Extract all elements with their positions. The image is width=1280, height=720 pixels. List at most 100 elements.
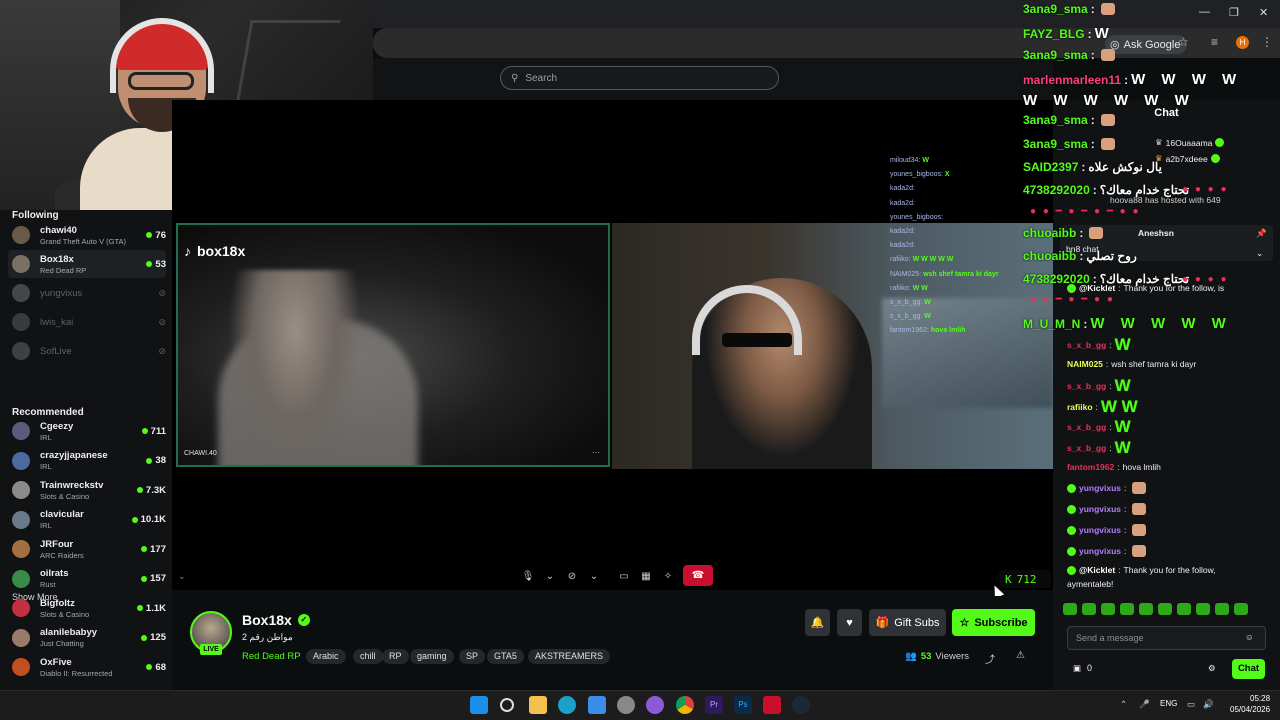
sidebar-channel[interactable]: oilrats Rust 157 <box>8 565 166 593</box>
send-chat-button[interactable]: Chat <box>1232 659 1265 679</box>
search-input[interactable]: ⚲ Search <box>500 66 779 90</box>
subscribe-button[interactable]: ☆ Subscribe <box>952 609 1035 636</box>
channel-name: crazyjjapanese <box>40 450 108 461</box>
chat-message[interactable]: yungvixus: <box>1067 482 1147 494</box>
category-link[interactable]: Red Dead RP <box>242 651 301 662</box>
chat-message[interactable]: yungvixus: <box>1067 545 1147 557</box>
report-icon[interactable]: ⚠ <box>1016 650 1025 661</box>
media-player-icon[interactable] <box>763 696 781 714</box>
chevron-down-icon[interactable]: ⌄ <box>586 568 602 584</box>
chevron-down-icon[interactable]: ⌄ <box>178 571 186 582</box>
reading-list-icon[interactable]: ≡ <box>1211 35 1218 49</box>
chevron-up-icon[interactable]: ⌃ <box>1120 699 1127 710</box>
app-icon[interactable] <box>646 696 664 714</box>
sidebar-channel[interactable]: OxFive Diablo II: Resurrected 68 <box>8 653 166 681</box>
share-icon[interactable]: ⤴ <box>985 651 995 666</box>
store-icon[interactable] <box>588 696 606 714</box>
sidebar-channel[interactable]: alanilebabyy Just Chatting 125 <box>8 624 166 652</box>
ask-google-button[interactable]: ◎ Ask Google <box>1105 35 1188 54</box>
sidebar-channel[interactable]: crazyjjapanese IRL 38 <box>8 447 166 475</box>
gift-subs-button[interactable]: 🎁 Gift Subs <box>869 609 946 636</box>
sidebar-channel[interactable]: Box18x Red Dead RP 53 <box>8 250 166 278</box>
microphone-icon[interactable]: 🎙 <box>520 568 536 584</box>
sidebar-channel[interactable]: SofLive ⊘ <box>8 337 166 365</box>
file-explorer-icon[interactable] <box>529 696 547 714</box>
chat-message[interactable]: fantom1962: hova lmlih <box>1067 462 1161 472</box>
stream-tag[interactable]: SP <box>459 649 486 664</box>
video-chat-line: kada2d: <box>890 228 915 235</box>
tile-more-icon[interactable]: ⋯ <box>592 448 600 457</box>
sidebar-channel[interactable]: clavicular IRL 10.1K <box>8 506 166 534</box>
bookmark-star-icon[interactable]: ☆ <box>1178 35 1189 49</box>
system-clock[interactable]: 05:28 05/04/2026 <box>1230 693 1270 715</box>
chat-bubble-icon[interactable]: ▭ <box>616 568 632 584</box>
chevron-down-icon[interactable]: ⌄ <box>542 568 558 584</box>
stream-tag[interactable]: Arabic <box>306 649 346 664</box>
emote-bar[interactable] <box>1063 603 1273 617</box>
participant-tile-guest[interactable]: ♪ box18x CHAWI.40 ⋯ <box>176 223 610 467</box>
minimize-icon[interactable]: — <box>1199 6 1210 18</box>
camera-off-icon[interactable]: ⊘ <box>564 568 580 584</box>
chat-message[interactable]: rafiiko: W W <box>1067 398 1138 415</box>
effects-icon[interactable]: ✧ <box>660 568 676 584</box>
maximize-icon[interactable]: ❐ <box>1229 6 1239 19</box>
chat-message[interactable]: aymentaleb! <box>1067 579 1113 589</box>
close-icon[interactable]: ✕ <box>1259 6 1268 19</box>
emoji-icon[interactable]: ☺ <box>1245 632 1254 642</box>
network-icon[interactable]: ▭ <box>1187 699 1195 710</box>
chat-message[interactable]: yungvixus: <box>1067 503 1147 515</box>
end-call-button[interactable]: ☎ <box>683 565 713 586</box>
channel-name[interactable]: Box18x ✓ <box>242 612 310 628</box>
video-chat-line: fantom1962: hova lmlih <box>890 327 966 335</box>
photoshop-icon[interactable]: Ps <box>734 696 752 714</box>
app-icon[interactable] <box>617 696 635 714</box>
pin-icon[interactable]: 📌 <box>1256 228 1267 239</box>
sidebar-channel[interactable]: lwis_kai ⊘ <box>8 308 166 336</box>
follow-button[interactable]: ♥ <box>837 609 862 636</box>
microphone-icon[interactable]: 🎤 <box>1139 699 1150 710</box>
channel-name: lwis_kai <box>40 316 74 328</box>
chat-message[interactable]: @Kicklet: Thank you for the follow, <box>1067 565 1216 575</box>
settings-gear-icon[interactable]: ⚙ <box>1208 663 1216 674</box>
sidebar-channel[interactable]: chawi40 Grand Theft Auto V (GTA) 76 <box>8 221 166 249</box>
chevron-down-icon[interactable]: ⌄ <box>1256 248 1263 259</box>
notifications-button[interactable]: 🔔 <box>805 609 830 636</box>
edge-browser-icon[interactable] <box>558 696 576 714</box>
chrome-icon[interactable] <box>676 696 694 714</box>
language-indicator[interactable]: ENG <box>1160 699 1177 708</box>
sidebar-channel[interactable]: Trainwreckstv Slots & Casino 7.3K <box>8 476 166 504</box>
chat-message[interactable]: s_x_b_gg: W <box>1067 377 1131 394</box>
stream-tag[interactable]: GTA5 <box>487 649 524 664</box>
sidebar-channel[interactable]: yungvixus ⊘ <box>8 279 166 307</box>
top-gifter[interactable]: ♛ a2b7xdeee <box>1155 153 1220 164</box>
chat-message[interactable]: yungvixus: <box>1067 524 1147 536</box>
avatar <box>12 226 30 244</box>
verified-badge-icon <box>1067 546 1076 556</box>
stream-tag[interactable]: RP <box>382 649 409 664</box>
sidebar-channel[interactable]: Bigfoltz Slots & Casino 1.1K <box>8 594 166 622</box>
search-icon[interactable] <box>500 698 514 712</box>
top-gifter[interactable]: ♛ 16Ouaaama <box>1155 137 1225 148</box>
chat-message[interactable]: s_x_b_gg: W <box>1067 418 1131 435</box>
browser-menu-icon[interactable]: ⋮ <box>1261 35 1273 49</box>
sidebar-channel[interactable]: Cgeezy IRL 711 <box>8 417 166 445</box>
volume-icon[interactable]: 🔊 <box>1203 699 1214 710</box>
windows-start-icon[interactable] <box>470 696 488 714</box>
following-heading: Following <box>12 210 59 221</box>
avatar <box>12 481 30 499</box>
profile-avatar-icon[interactable]: H <box>1236 36 1249 49</box>
chat-message-input[interactable]: Send a message <box>1067 626 1266 650</box>
stream-tag[interactable]: chill <box>353 649 383 664</box>
live-dot-icon <box>146 457 153 464</box>
stream-tag[interactable]: AKSTREAMERS <box>528 649 611 664</box>
premiere-icon[interactable]: Pr <box>705 696 723 714</box>
sidebar-channel[interactable]: JRFour ARC Raiders 177 <box>8 535 166 563</box>
steam-icon[interactable] <box>792 696 810 714</box>
video-chat-line: NAIM025: wsh shef tamra ki dayr <box>890 270 999 278</box>
chat-message[interactable]: s_x_b_gg: W <box>1067 439 1131 456</box>
chat-message[interactable]: NAIM025: wsh shef tamra ki dayr <box>1067 359 1196 369</box>
chat-message[interactable]: s_x_b_gg: W <box>1067 336 1131 353</box>
pinned-user[interactable]: Aneshsn <box>1138 228 1174 238</box>
stream-tag[interactable]: gaming <box>410 649 454 664</box>
grid-icon[interactable]: ▦ <box>638 568 654 584</box>
